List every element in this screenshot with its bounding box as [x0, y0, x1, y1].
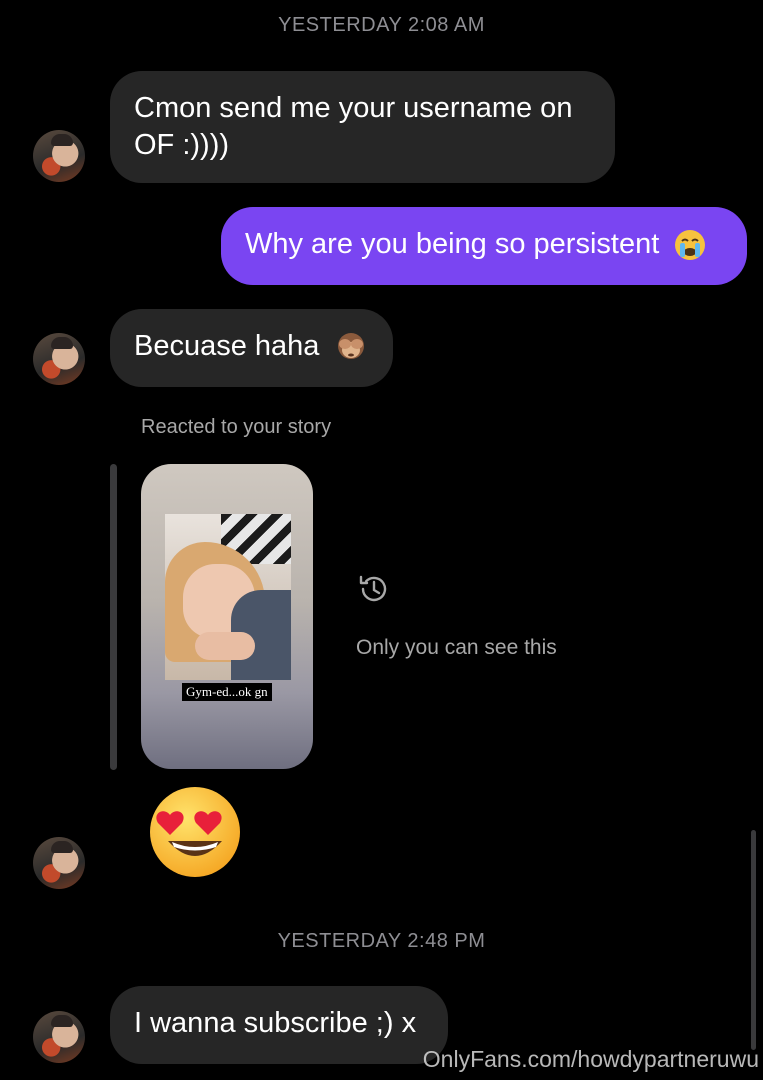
timestamp-2: YESTERDAY 2:48 PM — [277, 930, 486, 952]
message-text-line: OF :)))) — [134, 129, 230, 161]
sender-avatar[interactable] — [33, 130, 85, 182]
heart-eyes-icon[interactable] — [148, 785, 242, 879]
incoming-message-bubble[interactable]: I wanna subscribe ;) x — [110, 986, 448, 1064]
story-reaction-label: Reacted to your story — [141, 416, 332, 438]
see-no-evil-monkey-icon — [337, 333, 364, 360]
message-text: I wanna subscribe ;) x — [134, 1007, 417, 1039]
story-preview-card[interactable]: Gym-ed...ok gn — [141, 464, 313, 769]
message-text: Becuase haha — [134, 330, 320, 362]
sender-avatar[interactable] — [33, 333, 85, 385]
incoming-message-bubble[interactable]: Cmon send me your username on OF :)))) — [110, 71, 615, 183]
story-caption: Gym-ed...ok gn — [182, 683, 272, 701]
story-photo — [165, 514, 291, 680]
incoming-message-bubble[interactable]: Becuase haha — [110, 309, 393, 387]
message-text-line: Cmon send me your username on — [134, 92, 573, 124]
timestamp-1: YESTERDAY 2:08 AM — [278, 14, 485, 36]
reply-indicator-bar — [110, 464, 117, 770]
sender-avatar[interactable] — [33, 1011, 85, 1063]
history-icon — [359, 575, 387, 602]
loudly-crying-face-icon — [675, 230, 706, 261]
watermark: OnlyFans.com/howdypartneruwu — [422, 1046, 759, 1072]
visibility-note: Only you can see this — [356, 636, 557, 659]
scrollbar[interactable] — [751, 830, 756, 1050]
sender-avatar[interactable] — [33, 837, 85, 889]
outgoing-message-bubble[interactable]: Why are you being so persistent — [221, 207, 747, 285]
message-text: Why are you being so persistent — [245, 228, 660, 260]
